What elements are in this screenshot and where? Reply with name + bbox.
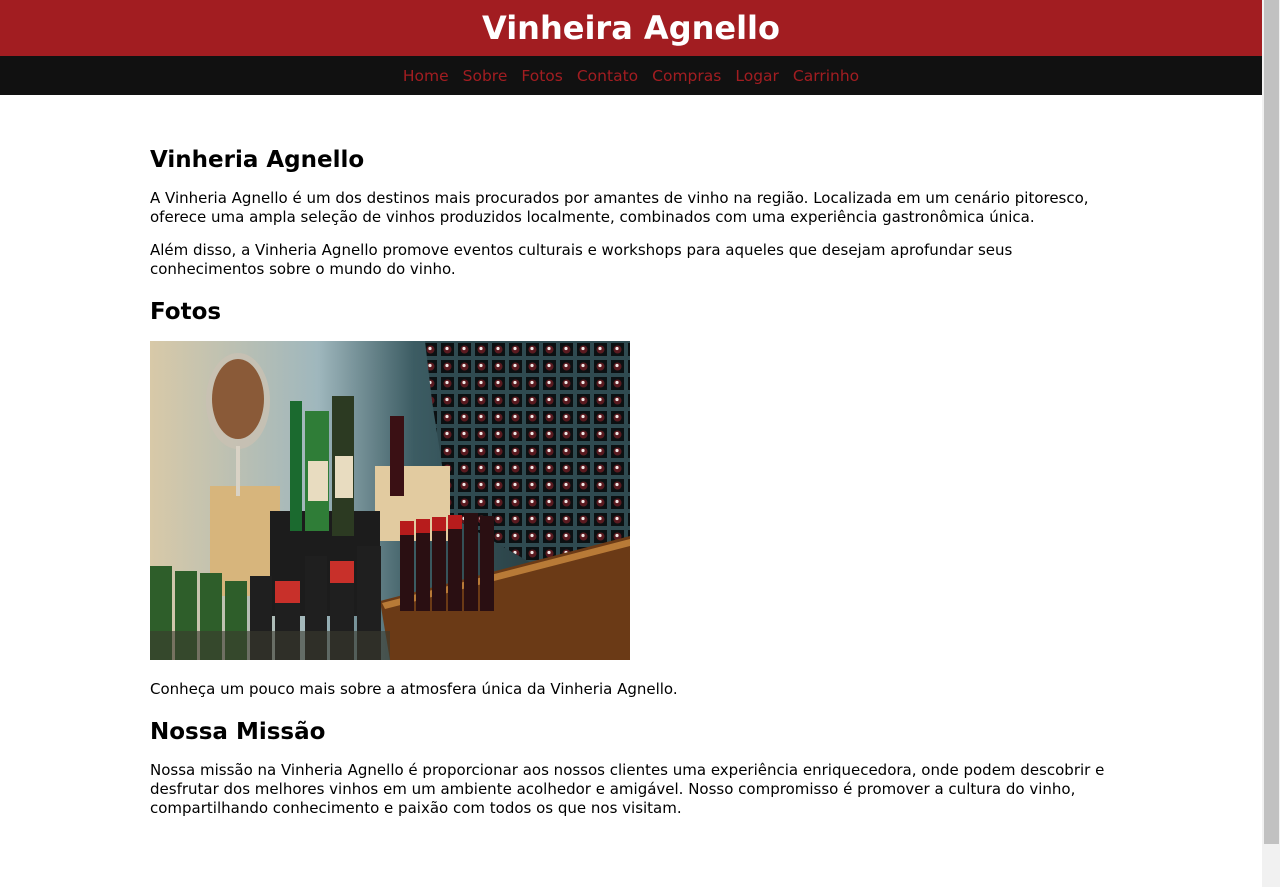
photos-section: Fotos Conheça um pouco mais sobre a atmo… bbox=[150, 297, 1112, 699]
nav-link-logar[interactable]: Logar bbox=[735, 67, 779, 85]
nav-link-home[interactable]: Home bbox=[403, 67, 449, 85]
about-heading: Vinheria Agnello bbox=[150, 147, 365, 173]
photos-caption: Conheça um pouco mais sobre a atmosfera … bbox=[150, 680, 678, 698]
nav-link-carrinho[interactable]: Carrinho bbox=[793, 67, 859, 85]
vertical-scrollbar[interactable] bbox=[1262, 0, 1280, 887]
nav-link-contato[interactable]: Contato bbox=[577, 67, 638, 85]
wine-cellar-illustration bbox=[150, 341, 630, 660]
mission-heading: Nossa Missão bbox=[150, 719, 326, 745]
scrollbar-thumb[interactable] bbox=[1264, 0, 1279, 844]
about-section: Vinheria Agnello A Vinheria Agnello é um… bbox=[150, 145, 1112, 279]
main-content: Vinheria Agnello A Vinheria Agnello é um… bbox=[0, 95, 1262, 818]
site-header: Vinheira Agnello bbox=[0, 0, 1262, 56]
site-title: Vinheira Agnello bbox=[482, 9, 780, 47]
about-paragraph-1: A Vinheria Agnello é um dos destinos mai… bbox=[150, 189, 1089, 226]
about-paragraph-2: Além disso, a Vinheria Agnello promove e… bbox=[150, 241, 1013, 278]
mission-paragraph: Nossa missão na Vinheria Agnello é propo… bbox=[150, 761, 1105, 817]
nav-link-sobre[interactable]: Sobre bbox=[463, 67, 508, 85]
nav-link-compras[interactable]: Compras bbox=[652, 67, 721, 85]
photos-heading: Fotos bbox=[150, 299, 222, 325]
nav-link-fotos[interactable]: Fotos bbox=[521, 67, 562, 85]
browser-viewport: Vinheira Agnello Home Sobre Fotos Contat… bbox=[0, 0, 1280, 887]
wine-cellar-photo bbox=[150, 341, 630, 660]
page: Vinheira Agnello Home Sobre Fotos Contat… bbox=[0, 0, 1262, 818]
mission-section: Nossa Missão Nossa missão na Vinheria Ag… bbox=[150, 717, 1112, 818]
main-nav: Home Sobre Fotos Contato Compras Logar C… bbox=[0, 56, 1262, 95]
